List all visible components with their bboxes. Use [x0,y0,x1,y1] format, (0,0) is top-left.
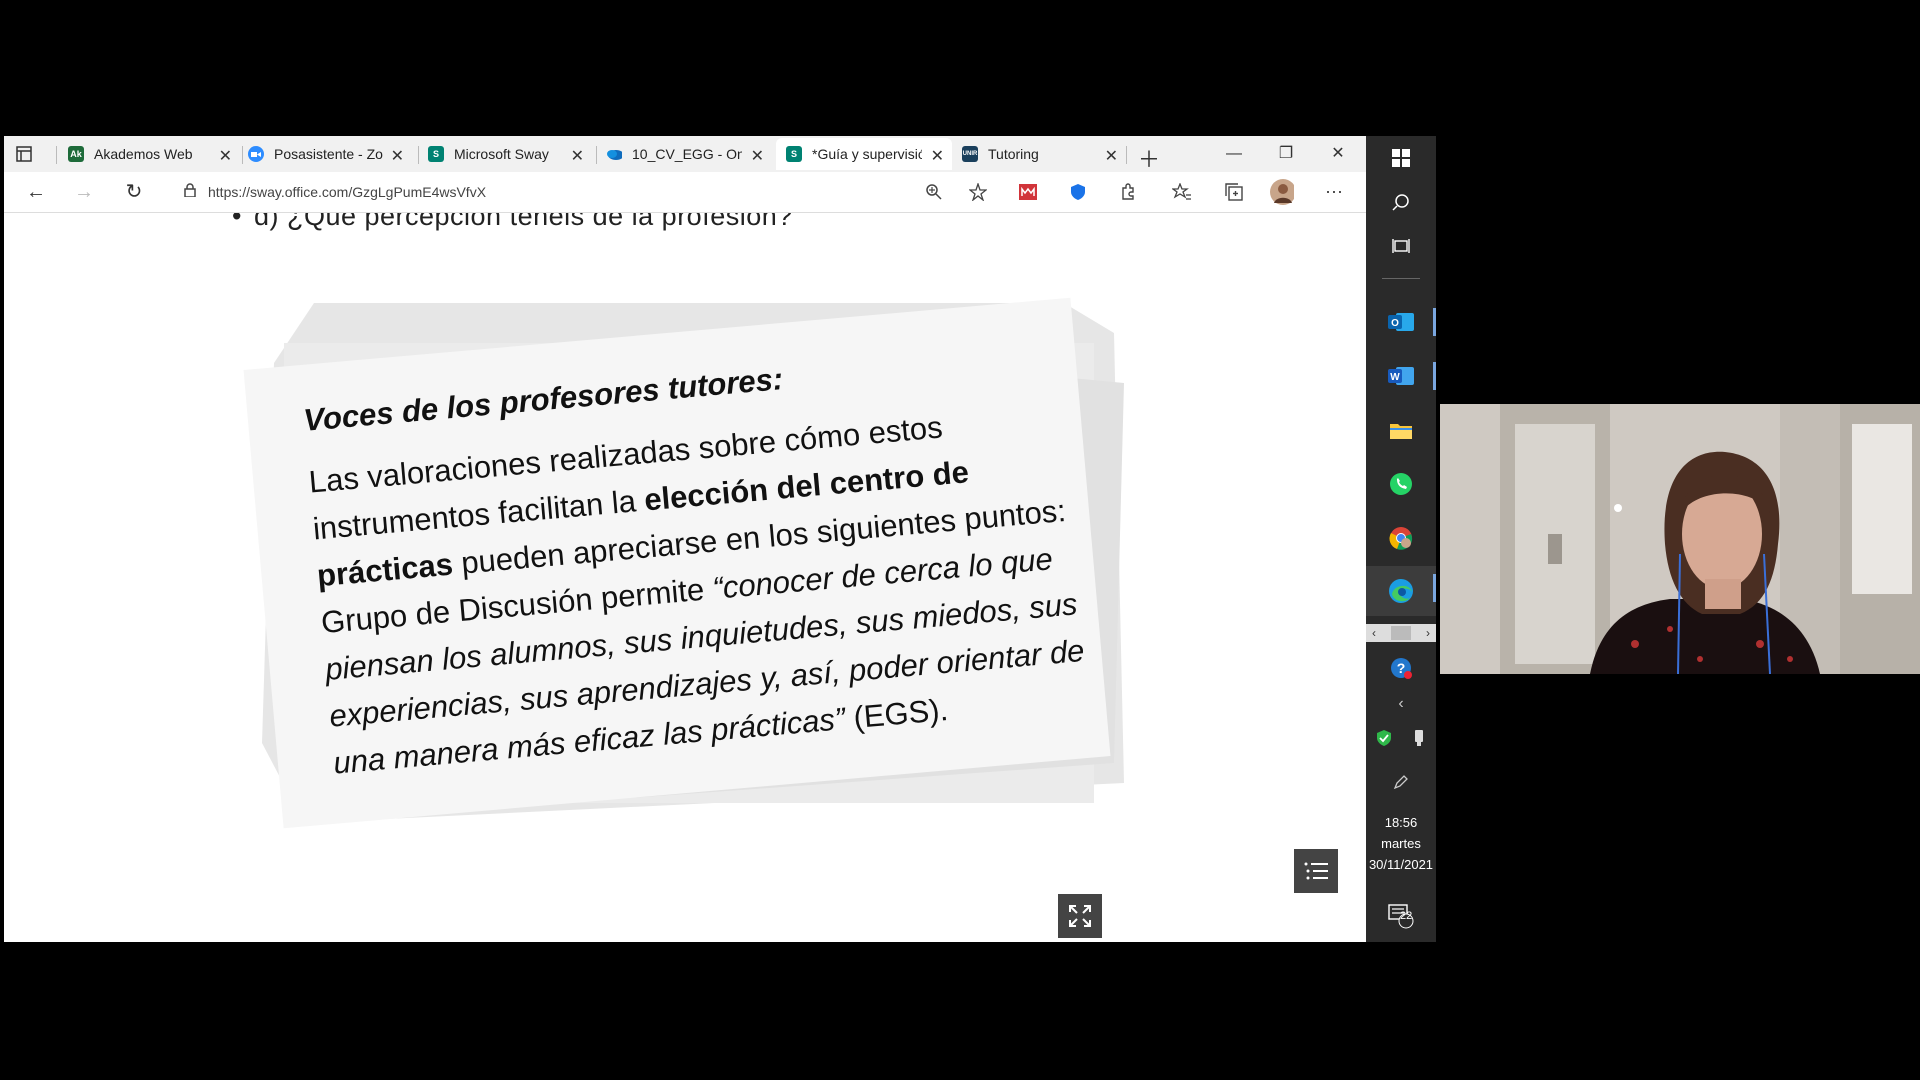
tab-guia-supervision[interactable]: S *Guía y supervisió ✕ [776,138,952,170]
tab-separator [418,146,419,164]
quote-text-block: Voces de los profesores tutores: Las val… [302,335,1113,787]
restore-icon[interactable]: ❐ [1266,140,1306,168]
webcam-video [1440,404,1920,674]
sway-icon: S [428,146,444,162]
tab-separator [596,146,597,164]
navigation-menu-button[interactable] [1294,849,1338,893]
tab-separator [242,146,243,164]
unir-icon: UNIR [962,146,978,162]
close-tab-icon[interactable]: ✕ [571,146,584,166]
taskbar-clock[interactable]: 18:56 martes 30/11/2021 [1366,812,1436,875]
url-field[interactable]: https://sway.office.com/GzgLgPumE4wsVfvX [166,177,966,207]
word-icon[interactable]: W [1366,354,1436,398]
notifications-icon[interactable]: 22 [1366,894,1436,938]
quote-body: Las valoraciones realizadas sobre cómo e… [307,409,1086,781]
svg-text:W: W [1390,372,1400,383]
tab-separator [56,146,57,164]
whatsapp-icon[interactable] [1366,462,1436,506]
svg-text:O: O [1391,318,1399,329]
favorite-star-icon[interactable] [966,180,990,204]
chrome-profile-icon[interactable] [1366,516,1436,560]
clock-time: 18:56 [1384,815,1418,830]
tab-onedrive-cv[interactable]: 10_CV_EGG - One ✕ [606,138,772,170]
zoom-magnifier-icon[interactable] [922,180,946,204]
tab-separator [1126,146,1127,164]
windows-taskbar: O W ‹ › ? ‹ 18:56 martes 30/11/2021 22 [1366,136,1436,942]
webcam-image [1440,404,1920,674]
address-bar: ← → ↻ https://sway.office.com/GzgLgPumE4… [4,172,1366,213]
sway-icon: S [786,146,802,162]
close-tab-icon[interactable]: ✕ [391,146,404,166]
defender-shield-icon[interactable] [1366,716,1401,760]
close-tab-icon[interactable]: ✕ [1105,146,1118,166]
fullscreen-expand-icon[interactable] [1058,894,1102,938]
usb-device-icon[interactable] [1401,716,1436,760]
tab-posasistente-zoom[interactable]: Posasistente - Zo ✕ [248,138,412,170]
search-icon[interactable] [1366,180,1436,224]
scroll-left-icon[interactable]: ‹ [1372,626,1376,640]
taskbar-scroller[interactable]: ‹ › [1366,624,1436,642]
akademos-icon: Ak [68,146,84,162]
svg-text:?: ? [1397,660,1406,676]
refresh-icon[interactable]: ↻ [122,180,146,204]
shield-extension-icon[interactable] [1066,180,1090,204]
extensions-puzzle-icon[interactable] [1116,180,1140,204]
collections-icon[interactable] [1222,180,1246,204]
bullet-question: • d) ¿Qué percepción tenéis de la profesi… [232,213,793,231]
tab-bar: Ak Akademos Web ✕ Posasistente - Zo ✕ S … [4,136,1366,172]
tab-microsoft-sway[interactable]: S Microsoft Sway ✕ [428,138,592,170]
edge-browser-icon[interactable] [1366,566,1436,616]
clock-day: martes [1381,836,1421,851]
scroll-right-icon[interactable]: › [1426,626,1430,640]
zoom-icon [248,146,264,162]
more-options-icon[interactable]: ⋯ [1322,180,1346,204]
sway-content: • d) ¿Qué percepción tenéis de la profesi… [4,213,1366,942]
browser-window: Ak Akademos Web ✕ Posasistente - Zo ✕ S … [4,136,1366,942]
close-tab-icon[interactable]: ✕ [219,146,232,166]
new-tab-icon[interactable]: ＋ [1138,142,1160,174]
scroll-thumb[interactable] [1391,626,1411,640]
tab-akademos[interactable]: Ak Akademos Web ✕ [68,138,240,170]
profile-avatar[interactable] [1270,179,1294,205]
mendeley-extension-icon[interactable] [1016,180,1040,204]
forward-arrow-icon[interactable]: → [72,180,96,204]
outlook-icon[interactable]: O [1366,300,1436,344]
lock-icon [184,182,196,202]
url-text: https://sway.office.com/GzgLgPumE4wsVfvX [208,184,487,200]
favorites-bar-icon[interactable] [1170,180,1194,204]
task-view-icon[interactable] [1366,224,1436,268]
file-explorer-icon[interactable] [1366,408,1436,452]
pen-icon[interactable] [1366,760,1436,804]
close-tab-icon[interactable]: ✕ [751,146,764,166]
tab-tutoring[interactable]: UNIR Tutoring ✕ [962,138,1126,170]
clock-date: 30/11/2021 [1368,857,1434,872]
tab-actions-icon[interactable] [14,144,34,164]
notification-count: 22 [1400,910,1413,922]
onedrive-cloud-icon [606,146,622,162]
windows-start-icon[interactable] [1366,136,1436,180]
minimize-icon[interactable]: — [1214,140,1254,168]
close-window-icon[interactable]: ✕ [1318,140,1358,168]
taskbar-divider [1382,278,1420,279]
close-tab-icon[interactable]: ✕ [931,146,944,166]
back-arrow-icon[interactable]: ← [24,180,48,204]
